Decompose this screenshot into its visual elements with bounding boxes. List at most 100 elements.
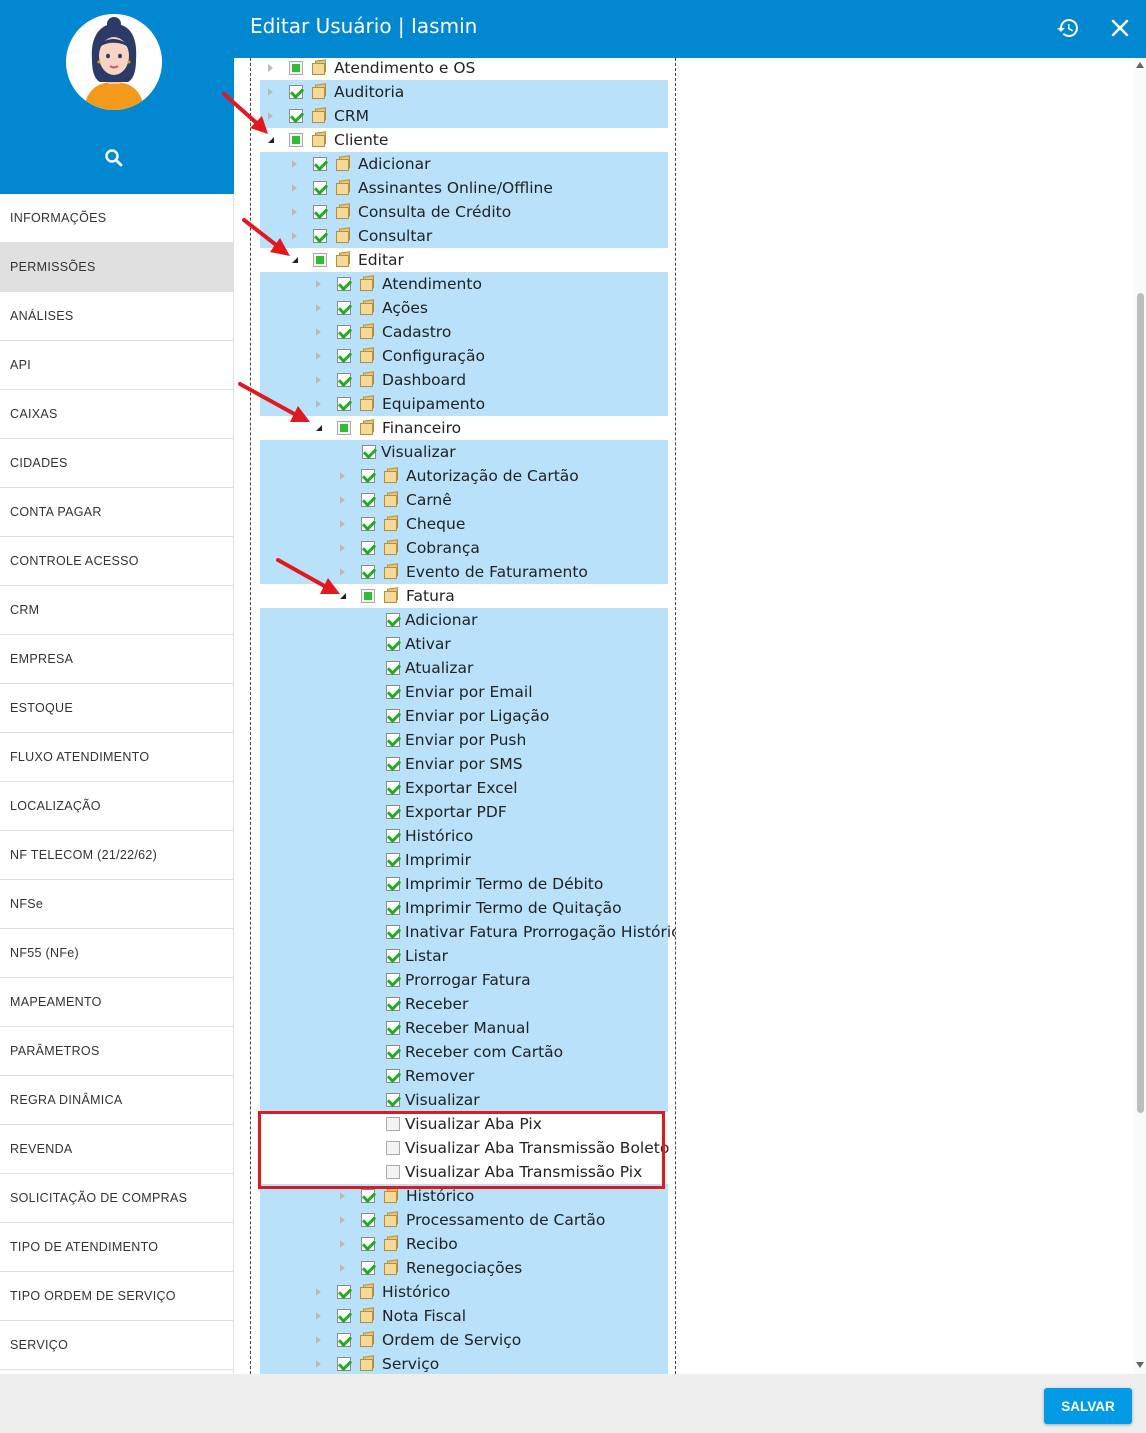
tree-node-label[interactable]: Auditoria [334,81,404,103]
checkbox-checked[interactable] [289,85,303,99]
tree-node-label[interactable]: Histórico [406,1185,474,1207]
checkbox-checked[interactable] [361,469,375,483]
caret-right-icon[interactable] [316,1312,321,1320]
tree-node[interactable]: Exportar PDF [260,800,668,824]
tree-node-label[interactable]: Exportar PDF [405,801,507,823]
sidebar-item-21[interactable]: TIPO DE ATENDIMENTO [0,1223,233,1272]
caret-down-icon[interactable] [316,425,322,431]
tree-node[interactable]: Enviar por Ligação [260,704,668,728]
tree-node-label[interactable]: Listar [405,945,448,967]
tree-node[interactable]: Consultar [260,224,668,248]
tree-node[interactable]: Nota Fiscal [260,1304,668,1328]
checkbox-checked[interactable] [337,301,351,315]
checkbox-checked[interactable] [386,973,400,987]
caret-right-icon[interactable] [268,64,273,72]
sidebar-item-5[interactable]: CIDADES [0,439,233,488]
sidebar-item-6[interactable]: CONTA PAGAR [0,488,233,537]
tree-node-label[interactable]: Visualizar Aba Transmissão Boleto [405,1137,669,1159]
tree-node-label[interactable]: Configuração [382,345,485,367]
tree-node[interactable]: Financeiro [260,416,668,440]
checkbox-checked[interactable] [313,157,327,171]
tree-node[interactable]: Auditoria [260,80,668,104]
checkbox-partial[interactable] [313,253,327,267]
avatar[interactable] [66,14,162,110]
checkbox-partial[interactable] [337,421,351,435]
tree-node[interactable]: Visualizar Aba Transmissão Boleto [260,1136,669,1160]
caret-right-icon[interactable] [316,376,321,384]
tree-node-label[interactable]: Cadastro [382,321,451,343]
sidebar-item-23[interactable]: SERVIÇO [0,1321,233,1370]
close-button[interactable] [1105,13,1135,43]
tree-node-label[interactable]: Visualizar [381,441,456,463]
scroll-down-arrow-icon[interactable] [1136,1362,1144,1368]
checkbox-checked[interactable] [337,325,351,339]
sidebar-item-4[interactable]: CAIXAS [0,390,233,439]
scroll-thumb[interactable] [1137,293,1144,1113]
tree-node-label[interactable]: Exportar Excel [405,777,518,799]
caret-right-icon[interactable] [316,1288,321,1296]
sidebar-item-11[interactable]: FLUXO ATENDIMENTO [0,733,233,782]
checkbox-checked[interactable] [361,565,375,579]
tree-node-label[interactable]: Imprimir [405,849,471,871]
tree-node-label[interactable]: Cheque [406,513,465,535]
sidebar-item-3[interactable]: API [0,341,233,390]
checkbox-checked[interactable] [361,541,375,555]
tree-node-label[interactable]: Equipamento [382,393,485,415]
tree-node-label[interactable]: Processamento de Cartão [406,1209,605,1231]
caret-right-icon[interactable] [316,280,321,288]
tree-node[interactable]: Cobrança [260,536,668,560]
caret-right-icon[interactable] [316,1336,321,1344]
tree-node[interactable]: Recibo [260,1232,668,1256]
sidebar-item-13[interactable]: NF TELECOM (21/22/62) [0,831,233,880]
tree-node[interactable]: Enviar por Push [260,728,668,752]
tree-node-label[interactable]: Atualizar [405,657,473,679]
checkbox-checked[interactable] [361,1213,375,1227]
tree-node[interactable]: Visualizar [260,1088,668,1112]
tree-node-label[interactable]: Visualizar [405,1089,480,1111]
tree-node[interactable]: Consulta de Crédito [260,200,668,224]
checkbox-checked[interactable] [313,205,327,219]
sidebar-item-0[interactable]: INFORMAÇÕES [0,194,233,243]
tree-node-label[interactable]: Dashboard [382,369,466,391]
checkbox-checked[interactable] [386,661,400,675]
tree-node-label[interactable]: Carnê [406,489,452,511]
scroll-up-arrow-icon[interactable] [1136,62,1144,68]
tree-node-label[interactable]: Serviço [382,1353,439,1374]
checkbox-checked[interactable] [386,829,400,843]
tree-node-label[interactable]: Cobrança [406,537,480,559]
checkbox-unchecked[interactable] [386,1117,400,1131]
checkbox-partial[interactable] [289,133,303,147]
checkbox-checked[interactable] [386,949,400,963]
caret-right-icon[interactable] [316,328,321,336]
checkbox-checked[interactable] [337,1357,351,1371]
caret-right-icon[interactable] [268,112,273,120]
caret-right-icon[interactable] [340,1240,345,1248]
caret-right-icon[interactable] [340,568,345,576]
checkbox-checked[interactable] [386,997,400,1011]
tree-node-label[interactable]: Recibo [406,1233,458,1255]
tree-node-label[interactable]: Adicionar [405,609,477,631]
tree-node[interactable]: Listar [260,944,668,968]
caret-right-icon[interactable] [292,184,297,192]
caret-right-icon[interactable] [316,1360,321,1368]
sidebar-item-2[interactable]: ANÁLISES [0,292,233,341]
tree-node[interactable]: Carnê [260,488,668,512]
tree-node-label[interactable]: Visualizar Aba Transmissão Pix [405,1161,642,1183]
sidebar-item-16[interactable]: MAPEAMENTO [0,978,233,1027]
sidebar-item-18[interactable]: REGRA DINÂMICA [0,1076,233,1125]
tree-node-label[interactable]: Ações [382,297,428,319]
checkbox-checked[interactable] [386,1021,400,1035]
tree-node[interactable]: Cadastro [260,320,668,344]
tree-node-label[interactable]: Autorização de Cartão [406,465,579,487]
tree-node[interactable]: Imprimir [260,848,668,872]
sidebar-item-7[interactable]: CONTROLE ACESSO [0,537,233,586]
tree-node-label[interactable]: Imprimir Termo de Débito [405,873,603,895]
checkbox-checked[interactable] [337,1333,351,1347]
tree-node[interactable]: Remover [260,1064,668,1088]
tree-node[interactable]: Cheque [260,512,668,536]
tree-node-label[interactable]: Remover [405,1065,474,1087]
tree-node[interactable]: Exportar Excel [260,776,668,800]
checkbox-unchecked[interactable] [386,1141,400,1155]
checkbox-checked[interactable] [337,1285,351,1299]
checkbox-checked[interactable] [386,733,400,747]
